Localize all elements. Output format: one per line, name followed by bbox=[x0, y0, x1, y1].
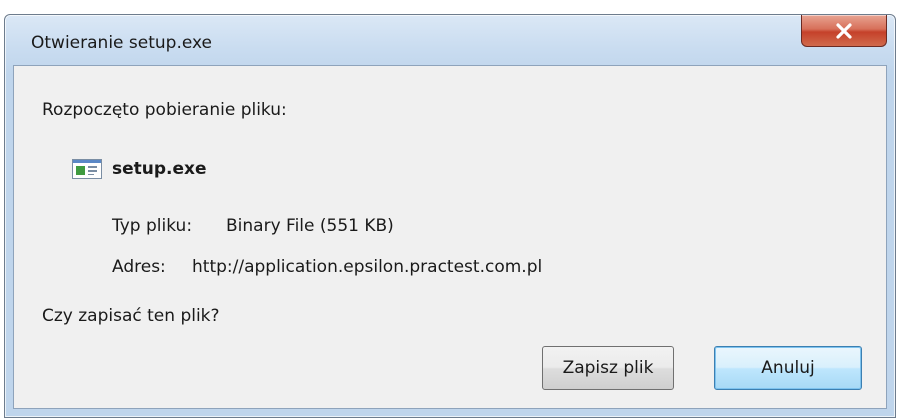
close-button[interactable] bbox=[801, 15, 887, 47]
address-value: http://application.epsilon.practest.com.… bbox=[192, 257, 543, 277]
file-name: setup.exe bbox=[112, 159, 207, 179]
window-title: Otwieranie setup.exe bbox=[31, 33, 213, 53]
close-icon bbox=[836, 22, 852, 39]
save-question-text: Czy zapisać ten plik? bbox=[42, 306, 220, 326]
download-dialog: Otwieranie setup.exe Rozpoczęto pobieran… bbox=[4, 14, 896, 418]
save-file-button[interactable]: Zapisz plik bbox=[542, 346, 674, 390]
dialog-body: Rozpoczęto pobieranie pliku: setup.exe T… bbox=[13, 65, 887, 409]
cancel-button[interactable]: Anuluj bbox=[714, 346, 862, 390]
download-intro-text: Rozpoczęto pobieranie pliku: bbox=[42, 100, 287, 120]
application-window-icon bbox=[72, 159, 102, 179]
title-bar[interactable]: Otwieranie setup.exe bbox=[5, 15, 895, 65]
file-type-value: Binary File (551 KB) bbox=[226, 216, 394, 236]
file-type-label: Typ pliku: bbox=[112, 216, 193, 236]
address-label: Adres: bbox=[112, 257, 166, 277]
